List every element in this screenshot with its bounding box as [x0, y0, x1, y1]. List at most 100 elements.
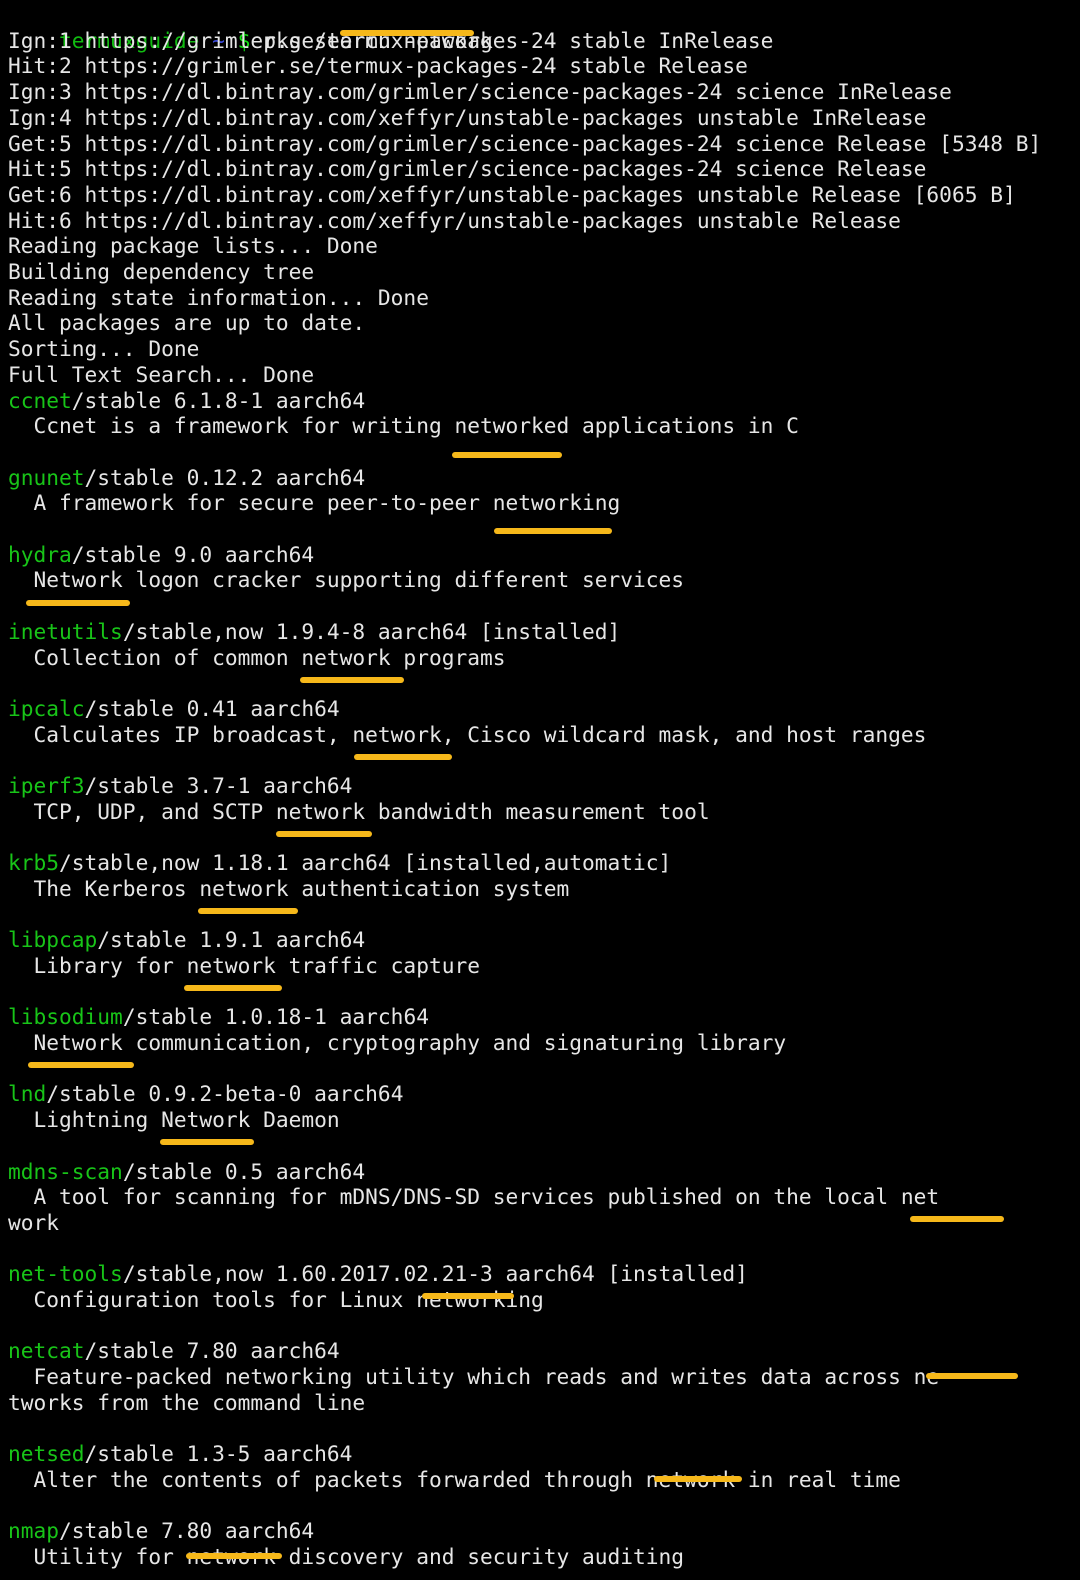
apt-transport-line: Hit:2 https://grimler.se/termux-packages…: [8, 53, 748, 79]
apt-line-text: Hit:6 https://dl.bintray.com/xeffyr/unst…: [8, 207, 901, 233]
package-name[interactable]: net-tools: [8, 1261, 123, 1286]
package-header-line[interactable]: hydra/stable 9.0 aarch64: [8, 542, 314, 568]
apt-status-line: Sorting... Done: [8, 336, 199, 362]
status-line-text: Full Text Search... Done: [8, 361, 315, 387]
package-header-line[interactable]: libpcap/stable 1.9.1 aarch64: [8, 927, 365, 953]
package-meta: /stable 0.5 aarch64: [122, 1158, 366, 1184]
apt-status-line: Reading package lists... Done: [8, 233, 378, 259]
package-description-line: Collection of common network programs: [8, 645, 506, 671]
package-description: A framework for secure peer-to-peer netw…: [8, 490, 621, 516]
package-description: Utility for network discovery and securi…: [8, 1544, 685, 1569]
package-header-line[interactable]: lnd/stable 0.9.2-beta-0 aarch64: [8, 1081, 403, 1107]
package-description: Network logon cracker supporting differe…: [8, 567, 685, 593]
apt-status-line: Reading state information... Done: [8, 285, 429, 311]
package-description: Configuration tools for Linux networking: [8, 1287, 544, 1312]
package-header-line[interactable]: ipcalc/stable 0.41 aarch64: [8, 696, 340, 722]
package-meta: /stable 3.7-1 aarch64: [84, 773, 353, 798]
package-name[interactable]: netsed: [8, 1441, 85, 1466]
apt-transport-line: Hit:6 https://dl.bintray.com/xeffyr/unst…: [8, 208, 901, 234]
package-header-line[interactable]: libsodium/stable 1.0.18-1 aarch64: [8, 1004, 429, 1030]
package-description: A tool for scanning for mDNS/DNS-SD serv…: [8, 1184, 940, 1210]
package-name[interactable]: gnunet: [8, 465, 85, 490]
package-description-line: A tool for scanning for mDNS/DNS-SD serv…: [8, 1184, 940, 1210]
status-line-text: All packages are up to date.: [8, 310, 366, 336]
status-line-text: Reading state information... Done: [8, 284, 429, 310]
package-name[interactable]: libpcap: [8, 927, 97, 952]
search-match-underline: [276, 831, 372, 837]
package-meta: /stable 6.1.8-1 aarch64: [71, 387, 366, 413]
search-match-underline: [422, 1293, 514, 1299]
package-header-line[interactable]: inetutils/stable,now 1.9.4-8 aarch64 [in…: [8, 619, 620, 645]
package-name[interactable]: iperf3: [8, 773, 85, 798]
package-header-line[interactable]: mdns-scan/stable 0.5 aarch64: [8, 1159, 365, 1185]
search-match-underline: [184, 985, 282, 991]
package-meta: /stable 1.0.18-1 aarch64: [122, 1004, 429, 1030]
apt-transport-line: Ign:3 https://dl.bintray.com/grimler/sci…: [8, 79, 952, 105]
package-name[interactable]: libsodium: [8, 1004, 123, 1029]
package-description: Library for network traffic capture: [8, 952, 480, 978]
package-header-line[interactable]: net-tools/stable,now 1.60.2017.02.21-3 a…: [8, 1261, 748, 1287]
package-name[interactable]: krb5: [8, 850, 59, 875]
search-match-underline: [186, 1553, 282, 1559]
package-description-line: Utility for network discovery and securi…: [8, 1544, 685, 1570]
package-name[interactable]: netcat: [8, 1338, 85, 1363]
apt-line-text: Ign:3 https://dl.bintray.com/grimler/sci…: [8, 79, 952, 105]
package-description-cont: tworks from the command line: [8, 1389, 366, 1415]
package-header-line[interactable]: krb5/stable,now 1.18.1 aarch64 [installe…: [8, 850, 671, 876]
package-name[interactable]: nmap: [8, 1518, 59, 1543]
package-header-line[interactable]: netsed/stable 1.3-5 aarch64: [8, 1441, 352, 1467]
search-match-underline: [910, 1216, 1004, 1222]
apt-line-text: Hit:5 https://dl.bintray.com/grimler/sci…: [8, 156, 927, 182]
search-match-underline: [654, 1476, 742, 1482]
apt-line-text: Get:6 https://dl.bintray.com/xeffyr/unst…: [8, 181, 1016, 207]
package-header-line[interactable]: gnunet/stable 0.12.2 aarch64: [8, 465, 365, 491]
status-line-text: Sorting... Done: [8, 336, 200, 362]
package-meta: /stable 7.80 aarch64: [84, 1338, 340, 1364]
apt-transport-line: Get:6 https://dl.bintray.com/xeffyr/unst…: [8, 182, 1016, 208]
search-match-underline: [28, 1062, 134, 1068]
package-description: The Kerberos network authentication syst…: [8, 875, 570, 901]
package-description-line: Network communication, cryptography and …: [8, 1030, 787, 1056]
package-description: Network communication, cryptography and …: [8, 1030, 787, 1055]
package-name[interactable]: lnd: [8, 1081, 46, 1106]
package-meta: /stable 0.9.2-beta-0 aarch64: [46, 1081, 404, 1107]
package-description-line: The Kerberos network authentication syst…: [8, 875, 570, 902]
terminal-screen[interactable]: termuxguide ~ $ pkg search network Ign:1…: [0, 0, 1080, 1580]
package-description-line: Library for network traffic capture: [8, 953, 480, 979]
package-name[interactable]: ipcalc: [8, 696, 85, 721]
package-header-line[interactable]: nmap/stable 7.80 aarch64: [8, 1518, 314, 1544]
package-meta: /stable,now 1.60.2017.02.21-3 aarch64 [i…: [122, 1261, 748, 1287]
package-description-line: A framework for secure peer-to-peer netw…: [8, 490, 621, 516]
apt-status-line: Building dependency tree: [8, 259, 314, 285]
package-meta: /stable 1.9.1 aarch64: [97, 927, 366, 953]
package-name[interactable]: hydra: [8, 542, 72, 567]
search-match-underline: [300, 677, 404, 683]
package-meta: /stable 7.80 aarch64: [59, 1518, 315, 1544]
package-description: TCP, UDP, and SCTP network bandwidth mea…: [8, 798, 710, 824]
package-header-line[interactable]: iperf3/stable 3.7-1 aarch64: [8, 773, 352, 799]
package-meta: /stable 0.12.2 aarch64: [84, 464, 366, 490]
package-description-cont: work: [8, 1209, 60, 1235]
apt-line-text: Get:5 https://dl.bintray.com/grimler/sci…: [8, 130, 1042, 156]
status-line-text: Building dependency tree: [8, 259, 315, 284]
package-name[interactable]: mdns-scan: [8, 1159, 123, 1184]
search-match-underline: [926, 1373, 1018, 1379]
package-header-line[interactable]: netcat/stable 7.80 aarch64: [8, 1338, 340, 1364]
package-description-line: Alter the contents of packets forwarded …: [8, 1467, 901, 1493]
apt-status-line: Full Text Search... Done: [8, 362, 314, 388]
package-header-line[interactable]: ccnet/stable 6.1.8-1 aarch64: [8, 388, 365, 414]
apt-transport-line: Hit:5 https://dl.bintray.com/grimler/sci…: [8, 156, 926, 182]
apt-transport-line: Ign:4 https://dl.bintray.com/xeffyr/unst…: [8, 105, 926, 131]
search-match-underline: [26, 600, 130, 606]
package-name[interactable]: inetutils: [8, 619, 123, 644]
search-match-underline: [354, 754, 452, 760]
package-name[interactable]: ccnet: [8, 388, 72, 413]
package-description-line: Ccnet is a framework for writing network…: [8, 413, 799, 439]
package-description: Lightning Network Daemon: [8, 1107, 340, 1133]
apt-line-text: Hit:2 https://grimler.se/termux-packages…: [8, 53, 748, 79]
package-description-line: Feature-packed networking utility which …: [8, 1364, 940, 1390]
package-meta: /stable 9.0 aarch64: [71, 541, 315, 567]
package-description-wrap-line: work: [8, 1210, 59, 1236]
package-meta: /stable,now 1.9.4-8 aarch64 [installed]: [122, 618, 621, 644]
package-description-line: Lightning Network Daemon: [8, 1107, 340, 1133]
